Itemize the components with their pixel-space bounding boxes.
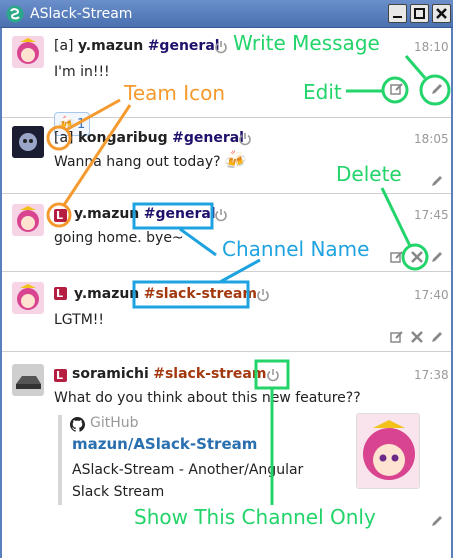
- beer-emoji-icon: 🍻: [224, 150, 247, 171]
- channel-name[interactable]: #general: [148, 38, 220, 54]
- delete-label: Delete: [336, 162, 402, 186]
- message-time: 18:10: [414, 40, 449, 54]
- message-item: L y.mazun #slack-stream 17:40 LGTM!!: [2, 272, 451, 352]
- avatar[interactable]: [12, 364, 44, 396]
- edit-icon[interactable]: [390, 250, 404, 264]
- delete-icon[interactable]: [410, 330, 424, 344]
- message-text: What do you think about this new feature…: [54, 390, 361, 406]
- app-logo-icon: [6, 5, 24, 23]
- attachment-body: ASlack-Stream - Another/Angular Slack St…: [72, 462, 304, 500]
- avatar[interactable]: [12, 126, 44, 158]
- show-channel-only-label: Show This Channel Only: [134, 505, 376, 529]
- avatar[interactable]: [12, 204, 44, 236]
- avatar[interactable]: [12, 36, 44, 68]
- anime-thumbnail-icon: [357, 414, 419, 488]
- message-time: 17:38: [414, 368, 449, 382]
- character-avatar-icon: [12, 126, 44, 158]
- window-title: ASlack-Stream: [30, 6, 133, 22]
- delete-icon[interactable]: [410, 250, 424, 264]
- message-header: [a] kongaribug #general: [54, 130, 244, 146]
- maximize-icon: [414, 8, 425, 19]
- team-icon-label: Team Icon: [124, 81, 226, 105]
- pencil-icon[interactable]: [430, 82, 444, 96]
- anime-avatar-icon: [12, 204, 44, 236]
- channel-name[interactable]: #general: [144, 206, 216, 222]
- edit-icon[interactable]: [390, 82, 404, 96]
- attachment-title-link[interactable]: mazun/ASlack-Stream: [72, 435, 257, 453]
- message-time: 17:40: [414, 288, 449, 302]
- user-name[interactable]: y.mazun: [74, 206, 139, 222]
- edit-icon[interactable]: [390, 330, 404, 344]
- message-text: going home. bye~: [54, 230, 184, 246]
- message-header: soramichi #slack-stream: [72, 366, 266, 382]
- close-icon: [436, 8, 447, 19]
- user-name[interactable]: y.mazun: [74, 286, 139, 302]
- power-icon[interactable]: [214, 40, 228, 54]
- team-icon: L: [54, 369, 67, 382]
- window-titlebar: ASlack-Stream: [0, 0, 453, 28]
- anime-avatar-icon: [12, 36, 44, 68]
- github-icon: [70, 417, 85, 432]
- channel-name[interactable]: #general: [172, 130, 244, 146]
- user-name[interactable]: soramichi: [72, 366, 149, 382]
- attachment-thumbnail[interactable]: [356, 413, 420, 489]
- pencil-icon[interactable]: [430, 514, 444, 528]
- car-avatar-icon: [12, 364, 44, 396]
- write-message-label: Write Message: [233, 31, 380, 55]
- attachment-service: GitHub: [90, 415, 139, 431]
- minimize-button[interactable]: [388, 4, 407, 23]
- power-icon[interactable]: [266, 368, 280, 382]
- user-name[interactable]: kongaribug: [78, 130, 168, 146]
- user-name[interactable]: y.mazun: [78, 38, 143, 54]
- message-item: [a] y.mazun #general 18:10 I'm in!!! 🍻 1: [2, 28, 451, 136]
- power-icon[interactable]: [238, 132, 252, 146]
- power-icon[interactable]: [256, 288, 270, 302]
- minimize-icon: [393, 16, 402, 18]
- message-text: I'm in!!!: [54, 64, 110, 80]
- edit-label: Edit: [303, 80, 342, 104]
- channel-name[interactable]: #slack-stream: [144, 286, 257, 302]
- avatar[interactable]: [12, 282, 44, 314]
- message-time: 18:05: [414, 132, 449, 146]
- pencil-icon[interactable]: [430, 174, 444, 188]
- message-time: 17:45: [414, 208, 449, 222]
- team-icon: L: [54, 287, 67, 300]
- close-button[interactable]: [432, 4, 451, 23]
- link-attachment: GitHub mazun/ASlack-Stream ASlack-Stream…: [58, 413, 420, 505]
- pencil-icon[interactable]: [430, 250, 444, 264]
- anime-avatar-icon: [12, 282, 44, 314]
- message-header: y.mazun #slack-stream: [74, 286, 257, 302]
- channel-name-label: Channel Name: [222, 237, 370, 261]
- power-icon[interactable]: [214, 208, 228, 222]
- message-text: LGTM!!: [54, 312, 105, 328]
- team-tag: [a]: [54, 38, 74, 54]
- message-header: y.mazun #general: [74, 206, 216, 222]
- team-icon: L: [54, 209, 67, 222]
- team-tag: [a]: [54, 130, 74, 146]
- pencil-icon[interactable]: [430, 330, 444, 344]
- message-header: [a] y.mazun #general: [54, 38, 220, 54]
- maximize-button[interactable]: [410, 4, 429, 23]
- channel-name[interactable]: #slack-stream: [153, 366, 266, 382]
- message-text: Wanna hang out today?: [54, 154, 221, 170]
